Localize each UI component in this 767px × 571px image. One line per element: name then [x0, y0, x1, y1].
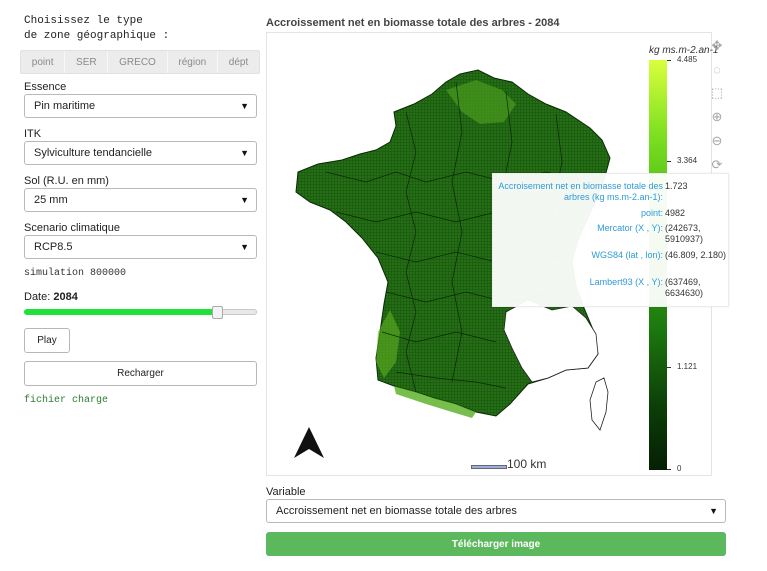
- date-label-text: Date:: [24, 291, 51, 303]
- dropdown-arrow-icon: ▼: [240, 148, 249, 158]
- dropdown-arrow-icon: ▼: [709, 506, 718, 516]
- status-text: fichier charge: [24, 395, 109, 406]
- colorbar-tick-high: 3.364: [677, 156, 698, 165]
- dropdown-arrow-icon: ▼: [240, 195, 249, 205]
- colorbar-tick-zero: 0: [677, 464, 682, 473]
- tooltip-key-wgs84: WGS84 (lat , lon):: [591, 250, 663, 260]
- variable-label: Variable: [266, 486, 306, 498]
- tooltip-value-variable: 1.723: [665, 181, 688, 191]
- tab-dept[interactable]: dépt: [218, 51, 259, 73]
- essence-label: Essence: [24, 81, 67, 93]
- north-arrow-icon: [294, 427, 324, 458]
- zoom-in-icon[interactable]: ⊕: [708, 108, 726, 126]
- sol-select[interactable]: 25 mm ▼: [24, 188, 257, 212]
- reset-icon[interactable]: ⟳: [708, 156, 726, 174]
- essence-value: Pin maritime: [34, 100, 96, 112]
- play-button[interactable]: Play: [24, 328, 70, 353]
- sol-label: Sol (R.U. en mm): [24, 175, 109, 187]
- colorbar-tick-max: 4.485: [677, 55, 698, 64]
- tooltip-value-mercator: (242673, 5910937): [665, 223, 704, 244]
- tab-greco[interactable]: GRECO: [108, 51, 168, 73]
- itk-select[interactable]: Sylviculture tendancielle ▼: [24, 141, 257, 165]
- zone-type-tabs: point SER GRECO région dépt: [20, 50, 260, 74]
- lasso-icon[interactable]: ◌: [708, 60, 726, 78]
- scenario-value: RCP8.5: [34, 241, 73, 253]
- date-slider[interactable]: [24, 306, 257, 319]
- tooltip-value-point: 4982: [665, 208, 686, 218]
- tab-region[interactable]: région: [168, 51, 218, 73]
- box-select-icon[interactable]: ⬚: [708, 84, 726, 102]
- tooltip-key-variable: Accroisement net en biomasse totale des …: [498, 181, 663, 202]
- essence-select[interactable]: Pin maritime ▼: [24, 94, 257, 118]
- date-label: Date: 2084: [24, 291, 78, 303]
- itk-label: ITK: [24, 128, 42, 140]
- sol-value: 25 mm: [34, 194, 68, 206]
- tab-point[interactable]: point: [21, 51, 66, 73]
- scenario-select[interactable]: RCP8.5 ▼: [24, 235, 257, 259]
- colorbar-tickmark: [667, 367, 671, 368]
- tooltip-key-mercator: Mercator (X , Y):: [597, 223, 663, 233]
- simulation-text: simulation 800000: [24, 268, 127, 279]
- hover-tooltip: Accroisement net en biomasse totale des …: [492, 173, 729, 307]
- itk-value: Sylviculture tendancielle: [34, 147, 153, 159]
- tooltip-key-lambert93: Lambert93 (X , Y):: [589, 277, 663, 287]
- pan-icon[interactable]: ✥: [708, 37, 726, 55]
- scenario-label: Scenario climatique: [24, 222, 120, 234]
- zoom-out-icon[interactable]: ⊖: [708, 132, 726, 150]
- slider-fill: [24, 309, 218, 315]
- tab-ser[interactable]: SER: [65, 51, 109, 73]
- variable-select[interactable]: Accroissement net en biomasse totale des…: [266, 499, 726, 523]
- slider-handle[interactable]: [212, 306, 224, 319]
- scale-bar: [471, 465, 507, 469]
- map-title: Accroissement net en biomasse totale des…: [266, 17, 560, 29]
- variable-value: Accroissement net en biomasse totale des…: [276, 505, 517, 517]
- corsica-outline: [589, 377, 609, 431]
- download-image-button[interactable]: Télécharger image: [266, 532, 726, 556]
- reload-button[interactable]: Recharger: [24, 361, 257, 386]
- dropdown-arrow-icon: ▼: [240, 242, 249, 252]
- tooltip-value-wgs84: (46.809, 2.180): [665, 250, 727, 260]
- colorbar-tick-low: 1.121: [677, 362, 698, 371]
- colorbar-tickmark: [667, 161, 671, 162]
- date-value: 2084: [53, 291, 78, 303]
- zone-type-heading: Choisissez le type de zone géographique …: [24, 15, 170, 42]
- colorbar-tickmark: [667, 60, 671, 61]
- tooltip-key-point: point:: [640, 208, 663, 218]
- tooltip-value-lambert93: (637469, 6634630): [665, 277, 704, 298]
- dropdown-arrow-icon: ▼: [240, 101, 249, 111]
- colorbar-tickmark: [667, 469, 671, 470]
- scale-label: 100 km: [507, 457, 547, 471]
